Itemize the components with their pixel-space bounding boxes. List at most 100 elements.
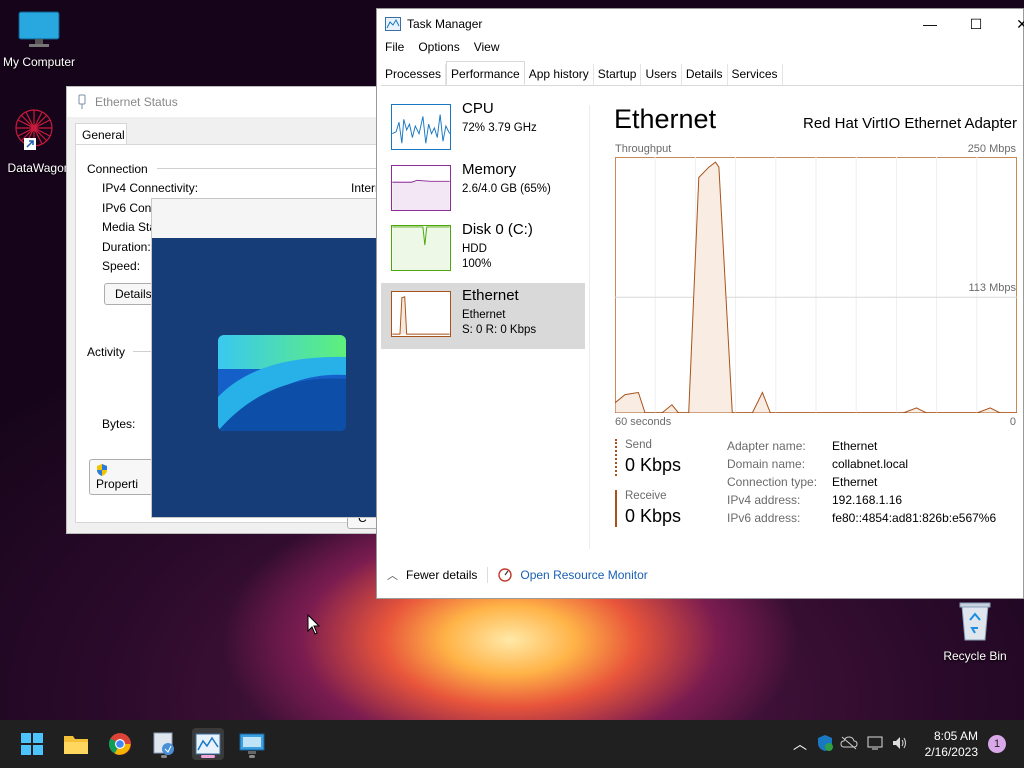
connection-heading: Connection	[87, 162, 148, 176]
desktop-icon-label: Recycle Bin	[943, 649, 1007, 663]
chrome-button[interactable]	[104, 728, 136, 760]
menu-file[interactable]: File	[385, 40, 404, 54]
ethernet-throughput: S: 0 R: 0 Kbps	[462, 324, 537, 336]
activity-heading: Activity	[87, 345, 126, 359]
task-manager-icon	[385, 17, 401, 31]
ipv4-label: IPv4 Connectivity:	[102, 181, 199, 195]
ipv6-label: IPv6 Conn	[102, 201, 159, 215]
tab-general[interactable]: General	[75, 123, 127, 145]
menu-view[interactable]: View	[474, 40, 500, 54]
folder-icon	[64, 736, 88, 754]
desktop-icon-recycle-bin[interactable]: Recycle Bin	[937, 600, 1013, 663]
chrome-icon	[109, 733, 131, 755]
tab-processes[interactable]: Processes	[381, 64, 447, 85]
active-indicator	[201, 755, 215, 758]
task-manager-taskbar-button[interactable]	[192, 728, 224, 760]
disk-usage: 100%	[462, 258, 492, 270]
cpu-thumbnail-graph	[391, 104, 451, 150]
clock-time: 8:05 AM	[933, 729, 978, 743]
send-label: Send	[625, 439, 652, 451]
tab-strip: Processes Performance App history Startu…	[381, 61, 1023, 86]
cpu-label: CPU	[462, 100, 494, 117]
file-explorer-button[interactable]	[60, 728, 92, 760]
recycle-bin-icon	[959, 602, 991, 641]
receive-value: 0 Kbps	[625, 506, 682, 526]
installer-app-button[interactable]	[148, 728, 180, 760]
disk-type: HDD	[462, 243, 487, 255]
tab-startup[interactable]: Startup	[594, 64, 642, 85]
network-icon[interactable]	[867, 735, 885, 751]
open-resource-monitor-link[interactable]: Open Resource Monitor	[520, 568, 647, 582]
connection-type-value: Ethernet	[832, 475, 878, 489]
adapter-name-label: Adapter name:	[727, 439, 806, 453]
chevron-up-icon[interactable]: ︿	[387, 567, 398, 583]
menu-options[interactable]: Options	[418, 40, 459, 54]
notification-badge[interactable]: 1	[988, 735, 1006, 753]
clock[interactable]: 8:05 AM 2/16/2023	[925, 728, 978, 760]
connection-type-label: Connection type:	[727, 475, 818, 489]
disk-thumbnail-graph	[391, 225, 451, 271]
properties-button[interactable]: Properti	[89, 459, 157, 495]
ethernet-status-titlebar[interactable]: Ethernet Status	[67, 87, 385, 117]
close-button[interactable]: ✕	[999, 9, 1024, 39]
tab-app-history[interactable]: App history	[525, 64, 594, 85]
desktop-icon-datawagon[interactable]: DataWagon	[0, 104, 72, 175]
security-shield-icon[interactable]	[816, 734, 834, 752]
throughput-label: Throughput	[615, 143, 672, 155]
ethernet-thumbnail-graph	[391, 291, 451, 337]
running-indicator	[249, 755, 255, 758]
taskbar: ︿ 8:05 AM 2/16/2023 1	[0, 720, 1024, 768]
show-hidden-icons-button[interactable]: ︿	[793, 734, 807, 754]
shield-icon	[97, 464, 107, 476]
ipv4-address-value: 192.168.1.16	[832, 493, 903, 507]
disk-label: Disk 0 (C:)	[462, 221, 533, 238]
windows-logo-icon	[21, 733, 43, 755]
footer-separator	[487, 567, 489, 583]
domain-name-label: Domain name:	[727, 457, 806, 471]
minimize-button[interactable]: —	[907, 9, 953, 39]
duration-label: Duration:	[102, 240, 151, 254]
send-value: 0 Kbps	[625, 455, 682, 475]
properties-label: Properti	[96, 477, 139, 491]
detail-title: Ethernet	[614, 104, 717, 134]
tab-users[interactable]: Users	[641, 64, 682, 85]
adapter-description: Red Hat VirtIO Ethernet Adapter	[802, 115, 1017, 132]
clock-date: 2/16/2023	[924, 745, 978, 759]
tab-services[interactable]: Services	[728, 64, 783, 85]
receive-stat: Receive 0 Kbps	[615, 490, 681, 527]
ipv6-address-value: fe80::4854:ad81:826b:e567%6	[832, 511, 997, 525]
perf-item-ethernet[interactable]: Ethernet Ethernet S: 0 R: 0 Kbps	[381, 283, 585, 349]
time-axis-right: 0	[1009, 416, 1016, 428]
ethernet-adapter-name: Ethernet	[462, 309, 506, 321]
app-logo-icon	[218, 335, 346, 431]
time-axis-left: 60 seconds	[615, 416, 672, 428]
monitor-icon	[18, 11, 60, 47]
max-throughput-label: 250 Mbps	[967, 143, 1016, 155]
tab-performance[interactable]: Performance	[446, 61, 525, 85]
maximize-button[interactable]: ☐	[953, 9, 999, 39]
cloud-offline-icon[interactable]	[840, 735, 858, 751]
task-manager-window: Task Manager — ☐ ✕ File Options View Pro…	[376, 8, 1024, 599]
mid-throughput-label: 113 Mbps	[968, 282, 1017, 294]
tab-details[interactable]: Details	[682, 64, 728, 85]
mouse-cursor-icon	[307, 614, 321, 635]
perf-item-disk[interactable]: Disk 0 (C:) HDD 100%	[381, 217, 585, 283]
datawagon-app-icon	[15, 109, 53, 150]
perf-item-cpu[interactable]: CPU 72% 3.79 GHz	[381, 96, 585, 162]
network-monitor-icon	[239, 733, 265, 754]
memory-label: Memory	[462, 161, 517, 178]
cpu-usage: 72% 3.79 GHz	[462, 122, 537, 134]
perf-item-memory[interactable]: Memory 2.6/4.0 GB (65%)	[381, 157, 585, 223]
desktop-icon-label: My Computer	[2, 55, 76, 69]
splash-screen	[152, 238, 377, 517]
domain-name-value: collabnet.local	[832, 457, 909, 471]
send-stat: Send 0 Kbps	[615, 439, 681, 476]
divider	[157, 168, 387, 169]
volume-icon[interactable]	[891, 735, 909, 751]
fewer-details-link[interactable]: Fewer details	[406, 568, 477, 582]
resource-monitor-icon	[498, 568, 513, 582]
desktop-icon-my-computer[interactable]: My Computer	[1, 10, 77, 69]
network-app-button[interactable]	[236, 728, 268, 760]
start-button[interactable]	[16, 728, 48, 760]
sidebar-divider	[589, 105, 590, 549]
